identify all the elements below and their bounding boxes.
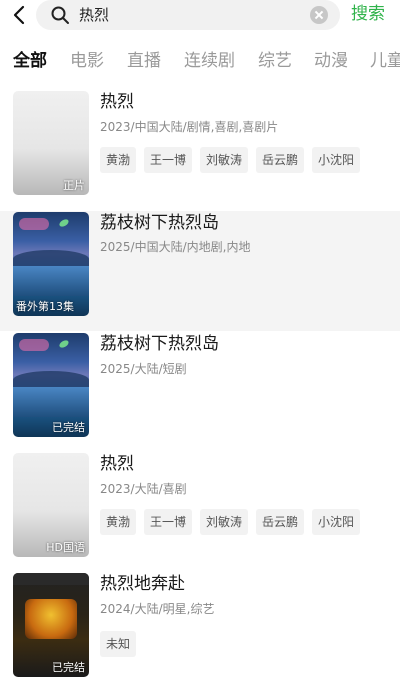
result-item[interactable]: 已完结 热烈地奔赴 2024/大陆/明星,综艺 未知	[0, 573, 400, 690]
cast-tag[interactable]: 黄渤	[100, 147, 137, 173]
cast-tag[interactable]: 岳云鹏	[256, 509, 305, 535]
cast-tag[interactable]: 小沈阳	[312, 509, 361, 535]
search-header: 热烈 搜索	[0, 0, 400, 34]
cast-tag[interactable]: 王一博	[144, 147, 193, 173]
poster-image: 已完结	[13, 333, 89, 437]
tab-anime[interactable]: 动漫	[314, 50, 348, 72]
category-tabs: 全部 电影 直播 连续剧 综艺 动漫 儿童	[0, 46, 400, 78]
result-title: 热烈地奔赴	[100, 574, 185, 594]
result-item[interactable]: 番外第13集 荔枝树下热烈岛 2025/中国大陆/内地剧,内地	[0, 211, 400, 331]
result-item[interactable]: 已完结 荔枝树下热烈岛 2025/大陆/短剧	[0, 333, 400, 451]
tab-variety[interactable]: 综艺	[258, 50, 292, 72]
poster-badge: 已完结	[52, 661, 85, 674]
poster-image: 正片	[13, 91, 89, 195]
result-meta: 2023/中国大陆/剧情,喜剧,喜剧片	[100, 120, 279, 134]
poster-image: HD国语	[13, 453, 89, 557]
poster-badge: 番外第13集	[16, 300, 74, 313]
cast-tag[interactable]: 刘敏涛	[200, 147, 249, 173]
clear-icon[interactable]	[310, 6, 328, 24]
result-title: 热烈	[100, 92, 134, 112]
poster-badge: HD国语	[46, 541, 85, 554]
poster-badge: 正片	[63, 179, 85, 192]
poster-image: 已完结	[13, 573, 89, 677]
poster-badge: 已完结	[52, 421, 85, 434]
search-input[interactable]: 热烈	[36, 0, 340, 30]
result-item[interactable]: HD国语 热烈 2023/大陆/喜剧 黄渤 王一博 刘敏涛 岳云鹏 小沈阳	[0, 453, 400, 571]
tab-movie[interactable]: 电影	[70, 50, 104, 72]
cast-tag[interactable]: 小沈阳	[312, 147, 361, 173]
cast-tag[interactable]: 黄渤	[100, 509, 137, 535]
cast-tag[interactable]: 未知	[100, 631, 137, 657]
back-arrow-icon[interactable]	[10, 4, 30, 26]
result-item[interactable]: 正片 热烈 2023/中国大陆/剧情,喜剧,喜剧片 黄渤 王一博 刘敏涛 岳云鹏…	[0, 91, 400, 209]
cast-tag[interactable]: 王一博	[144, 509, 193, 535]
tab-series[interactable]: 连续剧	[184, 50, 235, 72]
search-button[interactable]: 搜索	[351, 3, 385, 25]
result-meta: 2024/大陆/明星,综艺	[100, 602, 215, 616]
tab-kids[interactable]: 儿童	[370, 50, 400, 72]
result-title: 热烈	[100, 454, 134, 474]
result-meta: 2025/大陆/短剧	[100, 362, 187, 376]
tab-live[interactable]: 直播	[127, 50, 161, 72]
search-query[interactable]: 热烈	[79, 6, 109, 24]
result-meta: 2023/大陆/喜剧	[100, 482, 187, 496]
result-title: 荔枝树下热烈岛	[100, 334, 219, 354]
result-title: 荔枝树下热烈岛	[100, 213, 219, 233]
tab-all[interactable]: 全部	[13, 50, 47, 72]
result-meta: 2025/中国大陆/内地剧,内地	[100, 240, 251, 254]
poster-image: 番外第13集	[13, 212, 89, 316]
cast-tag[interactable]: 刘敏涛	[200, 509, 249, 535]
search-icon	[51, 6, 69, 24]
cast-tag[interactable]: 岳云鹏	[256, 147, 305, 173]
